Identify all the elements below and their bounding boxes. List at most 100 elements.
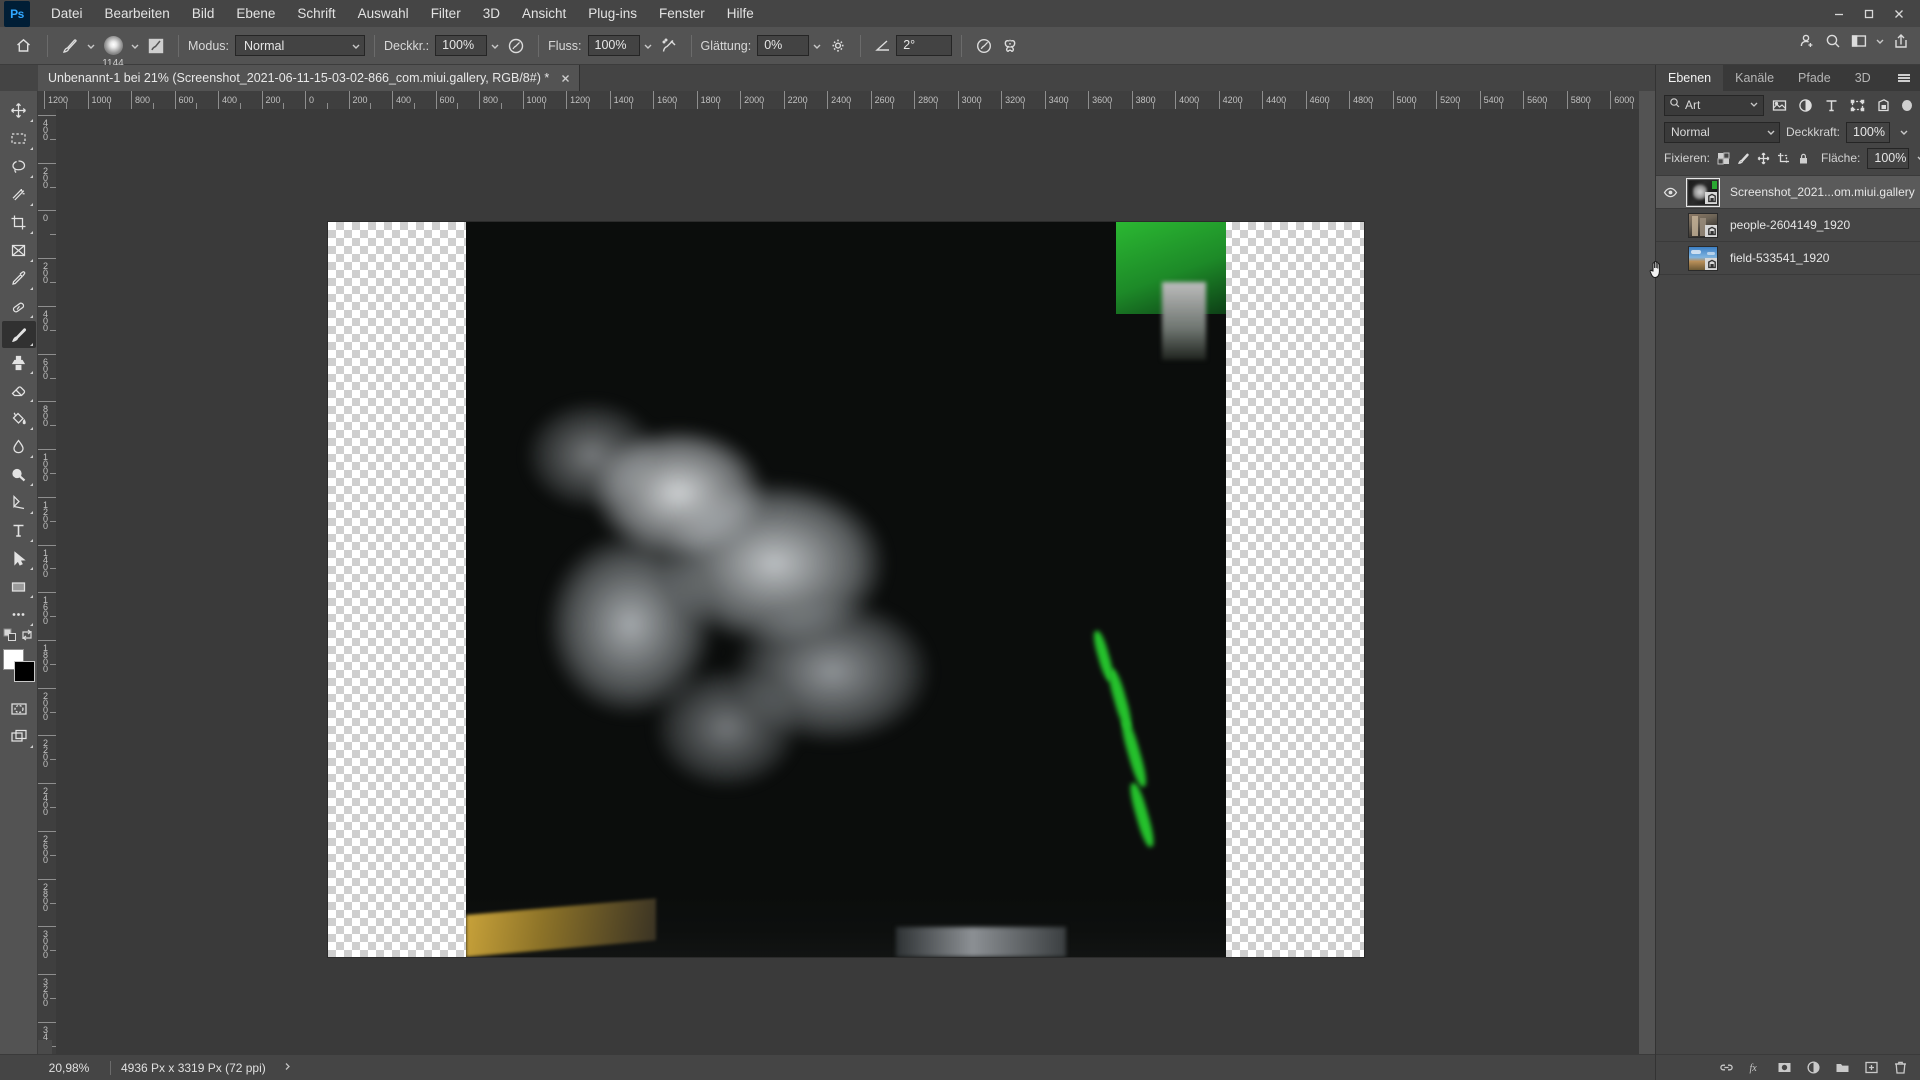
new-group-icon[interactable]: [1833, 1059, 1851, 1077]
gear-icon[interactable]: [825, 33, 851, 59]
menu-item-bearbeiten[interactable]: Bearbeiten: [94, 0, 181, 27]
move-tool[interactable]: [2, 97, 36, 124]
blur-drop-icon[interactable]: [2, 433, 36, 460]
new-adjustment-layer-icon[interactable]: [1804, 1059, 1822, 1077]
lock-image-pixels-icon[interactable]: [1737, 149, 1750, 167]
brush-preview[interactable]: 1144: [99, 33, 127, 69]
tab-ebenen[interactable]: Ebenen: [1656, 65, 1724, 91]
eyedropper-icon[interactable]: [2, 265, 36, 292]
layer-thumbnail[interactable]: [1682, 209, 1724, 242]
background-color-swatch[interactable]: [13, 661, 35, 682]
smoothing-input[interactable]: 0%: [757, 35, 810, 56]
symmetry-butterfly-icon[interactable]: [997, 33, 1023, 59]
ellipsis-icon[interactable]: [2, 601, 36, 628]
share-user-icon[interactable]: [1794, 28, 1820, 54]
menu-item-fenster[interactable]: Fenster: [648, 0, 716, 27]
crop-icon[interactable]: [2, 209, 36, 236]
brush-tool[interactable]: [1, 321, 36, 348]
tab-3d[interactable]: 3D: [1843, 65, 1883, 91]
menu-item-auswahl[interactable]: Auswahl: [347, 0, 420, 27]
filter-adjustment-layers-icon[interactable]: [1796, 94, 1816, 116]
zoom-level-input[interactable]: 20,98%: [38, 1061, 100, 1075]
rectangle-shape-icon[interactable]: [2, 573, 36, 600]
workspace-icon[interactable]: [1846, 28, 1872, 54]
menu-item-bild[interactable]: Bild: [181, 0, 226, 27]
smoothing-chevron-icon[interactable]: [809, 35, 825, 56]
share-export-icon[interactable]: [1888, 28, 1914, 54]
frame-icon[interactable]: [2, 237, 36, 264]
eraser-icon[interactable]: [2, 377, 36, 404]
flow-input[interactable]: 100%: [587, 35, 640, 56]
brush-panel-icon[interactable]: [143, 33, 169, 59]
chevron-right-icon[interactable]: [282, 1059, 293, 1077]
add-layer-mask-icon[interactable]: [1775, 1059, 1793, 1077]
dodge-icon[interactable]: [2, 461, 36, 488]
menu-item-ansicht[interactable]: Ansicht: [511, 0, 577, 27]
magic-wand-icon[interactable]: [2, 181, 36, 208]
default-colors-icon[interactable]: [3, 628, 17, 647]
path-arrow-icon[interactable]: [2, 545, 36, 572]
lock-artboard-nesting-icon[interactable]: [1777, 149, 1790, 167]
close-icon[interactable]: [1884, 0, 1914, 27]
layer-effects-fx-icon[interactable]: fx: [1746, 1059, 1764, 1077]
pen-icon[interactable]: [2, 489, 36, 516]
pressure-size-icon[interactable]: [971, 33, 997, 59]
layer-thumbnail[interactable]: [1682, 242, 1724, 275]
filter-shape-layers-icon[interactable]: [1848, 94, 1868, 116]
menu-item-filter[interactable]: Filter: [420, 0, 472, 27]
horizontal-ruler[interactable]: 1200 1000 800 600 400 200 0 200 400 600 800 1000 120…: [38, 91, 1639, 109]
layer-thumbnail[interactable]: [1682, 176, 1724, 209]
workspace-chevron-icon[interactable]: [1872, 30, 1888, 51]
paint-bucket-icon[interactable]: [2, 405, 36, 432]
menu-item-hilfe[interactable]: Hilfe: [716, 0, 765, 27]
menu-item-schrift[interactable]: Schrift: [286, 0, 346, 27]
filter-toggle-icon[interactable]: [1901, 99, 1913, 111]
brush-size-chevron-icon[interactable]: [127, 35, 143, 56]
menu-item-plugins[interactable]: Plug-ins: [577, 0, 648, 27]
lasso-icon[interactable]: [2, 153, 36, 180]
angle-input[interactable]: 2°: [896, 35, 953, 56]
airbrush-icon[interactable]: [656, 33, 682, 59]
layer-row[interactable]: field-533541_1920: [1656, 242, 1920, 275]
link-layers-icon[interactable]: [1717, 1059, 1735, 1077]
delete-layer-icon[interactable]: [1891, 1059, 1909, 1077]
layer-visibility-icon[interactable]: [1658, 176, 1682, 209]
layer-visibility-icon[interactable]: [1658, 209, 1682, 242]
tab-pfade[interactable]: Pfade: [1786, 65, 1843, 91]
layer-row[interactable]: Screenshot_2021...om.miui.gallery: [1656, 176, 1920, 209]
new-layer-icon[interactable]: [1862, 1059, 1880, 1077]
rectangular-marquee-icon[interactable]: [2, 125, 36, 152]
vertical-ruler[interactable]: 400 200 0 200 400 600 800 1000 1200 1400 1600 1800 2…: [38, 109, 56, 1054]
lock-transparency-icon[interactable]: [1717, 149, 1730, 167]
angle-icon[interactable]: [870, 33, 896, 59]
menu-item-datei[interactable]: Datei: [40, 0, 94, 27]
minimize-icon[interactable]: [1824, 0, 1854, 27]
lock-position-icon[interactable]: [1757, 149, 1770, 167]
opacity-chevron-icon[interactable]: [487, 35, 503, 56]
search-icon[interactable]: [1820, 28, 1846, 54]
color-swatches[interactable]: [2, 649, 36, 685]
menu-item-ebene[interactable]: Ebene: [225, 0, 286, 27]
swap-colors-icon[interactable]: [20, 628, 34, 647]
filter-kind-select[interactable]: Art: [1664, 94, 1764, 116]
quick-mask-icon[interactable]: [2, 695, 36, 722]
clone-stamp-icon[interactable]: [2, 349, 36, 376]
layer-opacity-chevron-icon[interactable]: [1896, 122, 1912, 143]
layer-row[interactable]: people-2604149_1920: [1656, 209, 1920, 242]
filter-smart-object-icon[interactable]: [1874, 94, 1894, 116]
fill-input[interactable]: 100%: [1867, 147, 1910, 169]
filter-type-layers-icon[interactable]: [1822, 94, 1842, 116]
home-icon[interactable]: [8, 33, 38, 59]
healing-brush-icon[interactable]: [2, 293, 36, 320]
menu-item-3d[interactable]: 3D: [472, 0, 511, 27]
pressure-opacity-icon[interactable]: [503, 33, 529, 59]
brush-preset-chevron-icon[interactable]: [83, 35, 99, 56]
document-tab[interactable]: Unbenannt-1 bei 21% (Screenshot_2021-06-…: [38, 65, 581, 91]
screen-mode-icon[interactable]: [2, 723, 36, 750]
canvas-area[interactable]: [56, 109, 1639, 1054]
brush-icon[interactable]: [57, 33, 83, 59]
artboard-transparent-background[interactable]: [328, 222, 1364, 957]
blend-mode-select[interactable]: Normal: [235, 35, 365, 56]
opacity-input[interactable]: 100%: [435, 35, 488, 56]
type-T-icon[interactable]: [2, 517, 36, 544]
